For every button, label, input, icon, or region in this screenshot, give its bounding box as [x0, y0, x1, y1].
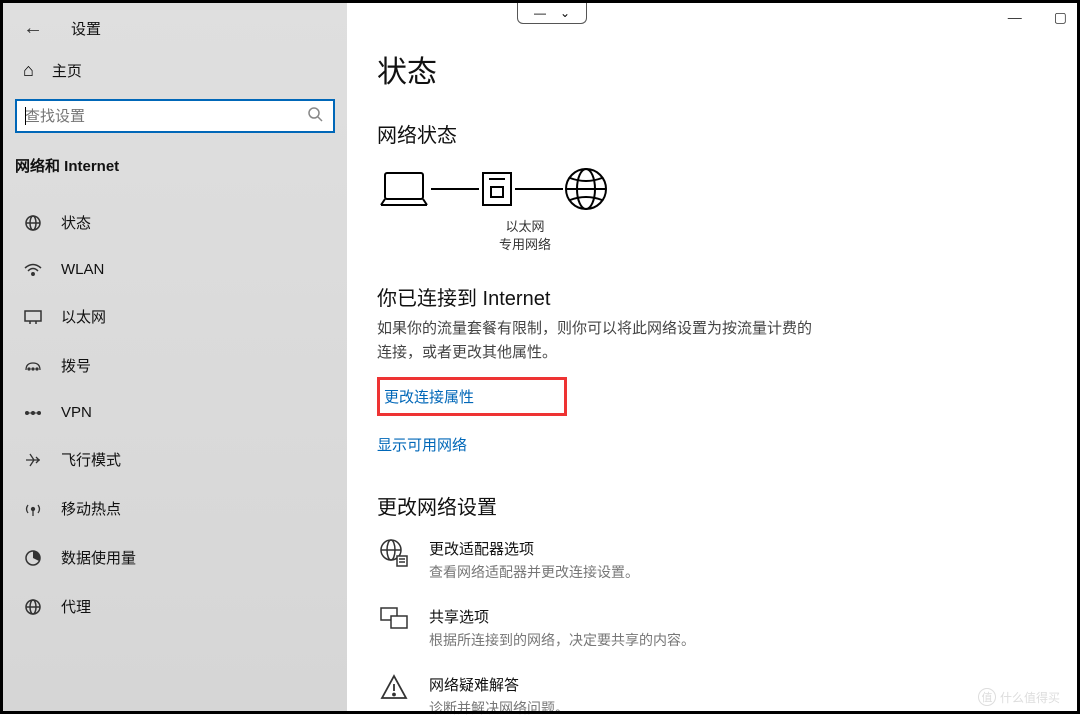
titlebar-notch: —⌄: [517, 2, 587, 24]
proxy-icon: [23, 598, 43, 616]
sidebar-item-label: 移动热点: [61, 498, 121, 519]
laptop-icon: [377, 169, 431, 209]
home-label: 主页: [52, 60, 82, 81]
back-button[interactable]: ←: [23, 17, 43, 40]
section-header: 网络和 Internet: [3, 155, 347, 198]
network-diagram: [377, 166, 1047, 212]
sidebar-item-label: VPN: [61, 404, 92, 421]
network-status-heading: 网络状态: [377, 119, 1047, 148]
change-connection-properties-link[interactable]: 更改连接属性: [377, 377, 567, 416]
sidebar-item-data[interactable]: 数据使用量: [3, 533, 347, 582]
home-icon: ⌂: [23, 60, 34, 81]
show-available-networks-link[interactable]: 显示可用网络: [377, 434, 467, 455]
sidebar-item-vpn[interactable]: VPN: [3, 390, 347, 435]
vpn-icon: [23, 407, 43, 419]
sidebar-item-label: 数据使用量: [61, 547, 136, 568]
setting-desc: 根据所连接到的网络，决定要共享的内容。: [429, 630, 695, 650]
sidebar-item-hotspot[interactable]: 移动热点: [3, 484, 347, 533]
home-link[interactable]: ⌂ 主页: [3, 50, 347, 99]
setting-desc: 查看网络适配器并更改连接设置。: [429, 562, 639, 582]
sharing-options-row[interactable]: 共享选项 根据所连接到的网络，决定要共享的内容。: [377, 606, 1047, 650]
sidebar-item-wlan[interactable]: WLAN: [3, 247, 347, 292]
watermark-icon: 值: [978, 688, 996, 706]
sidebar: ← 设置 ⌂ 主页 网络和 Internet 状态 WLAN 以太网 拨号 VP…: [3, 3, 347, 711]
adapter-icon: [377, 538, 411, 582]
connected-body: 如果你的流量套餐有限制，则你可以将此网络设置为按流量计费的连接，或者更改其他属性…: [377, 317, 817, 365]
search-input[interactable]: [15, 99, 335, 133]
sidebar-item-airplane[interactable]: 飞行模式: [3, 435, 347, 484]
setting-title: 网络疑难解答: [429, 674, 569, 695]
window-maximize[interactable]: ▢: [1054, 9, 1067, 26]
page-title: 状态: [377, 47, 1047, 91]
sidebar-item-dialup[interactable]: 拨号: [3, 341, 347, 390]
sidebar-item-label: WLAN: [61, 261, 104, 278]
sidebar-item-status[interactable]: 状态: [3, 198, 347, 247]
troubleshoot-row[interactable]: 网络疑难解答 诊断并解决网络问题。: [377, 674, 1047, 718]
sidebar-item-label: 代理: [61, 596, 91, 617]
wifi-icon: [23, 263, 43, 277]
sidebar-item-proxy[interactable]: 代理: [3, 582, 347, 631]
globe-icon: [563, 166, 609, 212]
watermark: 值 什么值得买: [978, 688, 1060, 706]
data-icon: [23, 549, 43, 567]
window-minimize[interactable]: —: [1008, 9, 1022, 26]
settings-title: 设置: [71, 18, 101, 39]
connected-heading: 你已连接到 Internet: [377, 282, 1047, 311]
hotspot-icon: [23, 501, 43, 517]
sidebar-item-label: 拨号: [61, 355, 91, 376]
sidebar-item-label: 状态: [61, 212, 91, 233]
sidebar-item-ethernet[interactable]: 以太网: [3, 292, 347, 341]
ethernet-adapter-icon: [479, 169, 515, 209]
ethernet-icon: [23, 310, 43, 324]
diagram-caption: 以太网 专用网络: [485, 218, 565, 254]
search-field[interactable]: [17, 108, 333, 125]
status-icon: [23, 214, 43, 232]
setting-title: 共享选项: [429, 606, 695, 627]
change-settings-heading: 更改网络设置: [377, 491, 1047, 520]
airplane-icon: [23, 451, 43, 469]
sidebar-item-label: 飞行模式: [61, 449, 121, 470]
search-icon: [307, 106, 323, 127]
sharing-icon: [377, 606, 411, 650]
main-content: —⌄ — ▢ 状态 网络状态 以太网 专用网络: [347, 3, 1077, 711]
troubleshoot-icon: [377, 674, 411, 718]
sidebar-item-label: 以太网: [61, 306, 106, 327]
dialup-icon: [23, 360, 43, 372]
setting-title: 更改适配器选项: [429, 538, 639, 559]
setting-desc: 诊断并解决网络问题。: [429, 698, 569, 718]
adapter-options-row[interactable]: 更改适配器选项 查看网络适配器并更改连接设置。: [377, 538, 1047, 582]
